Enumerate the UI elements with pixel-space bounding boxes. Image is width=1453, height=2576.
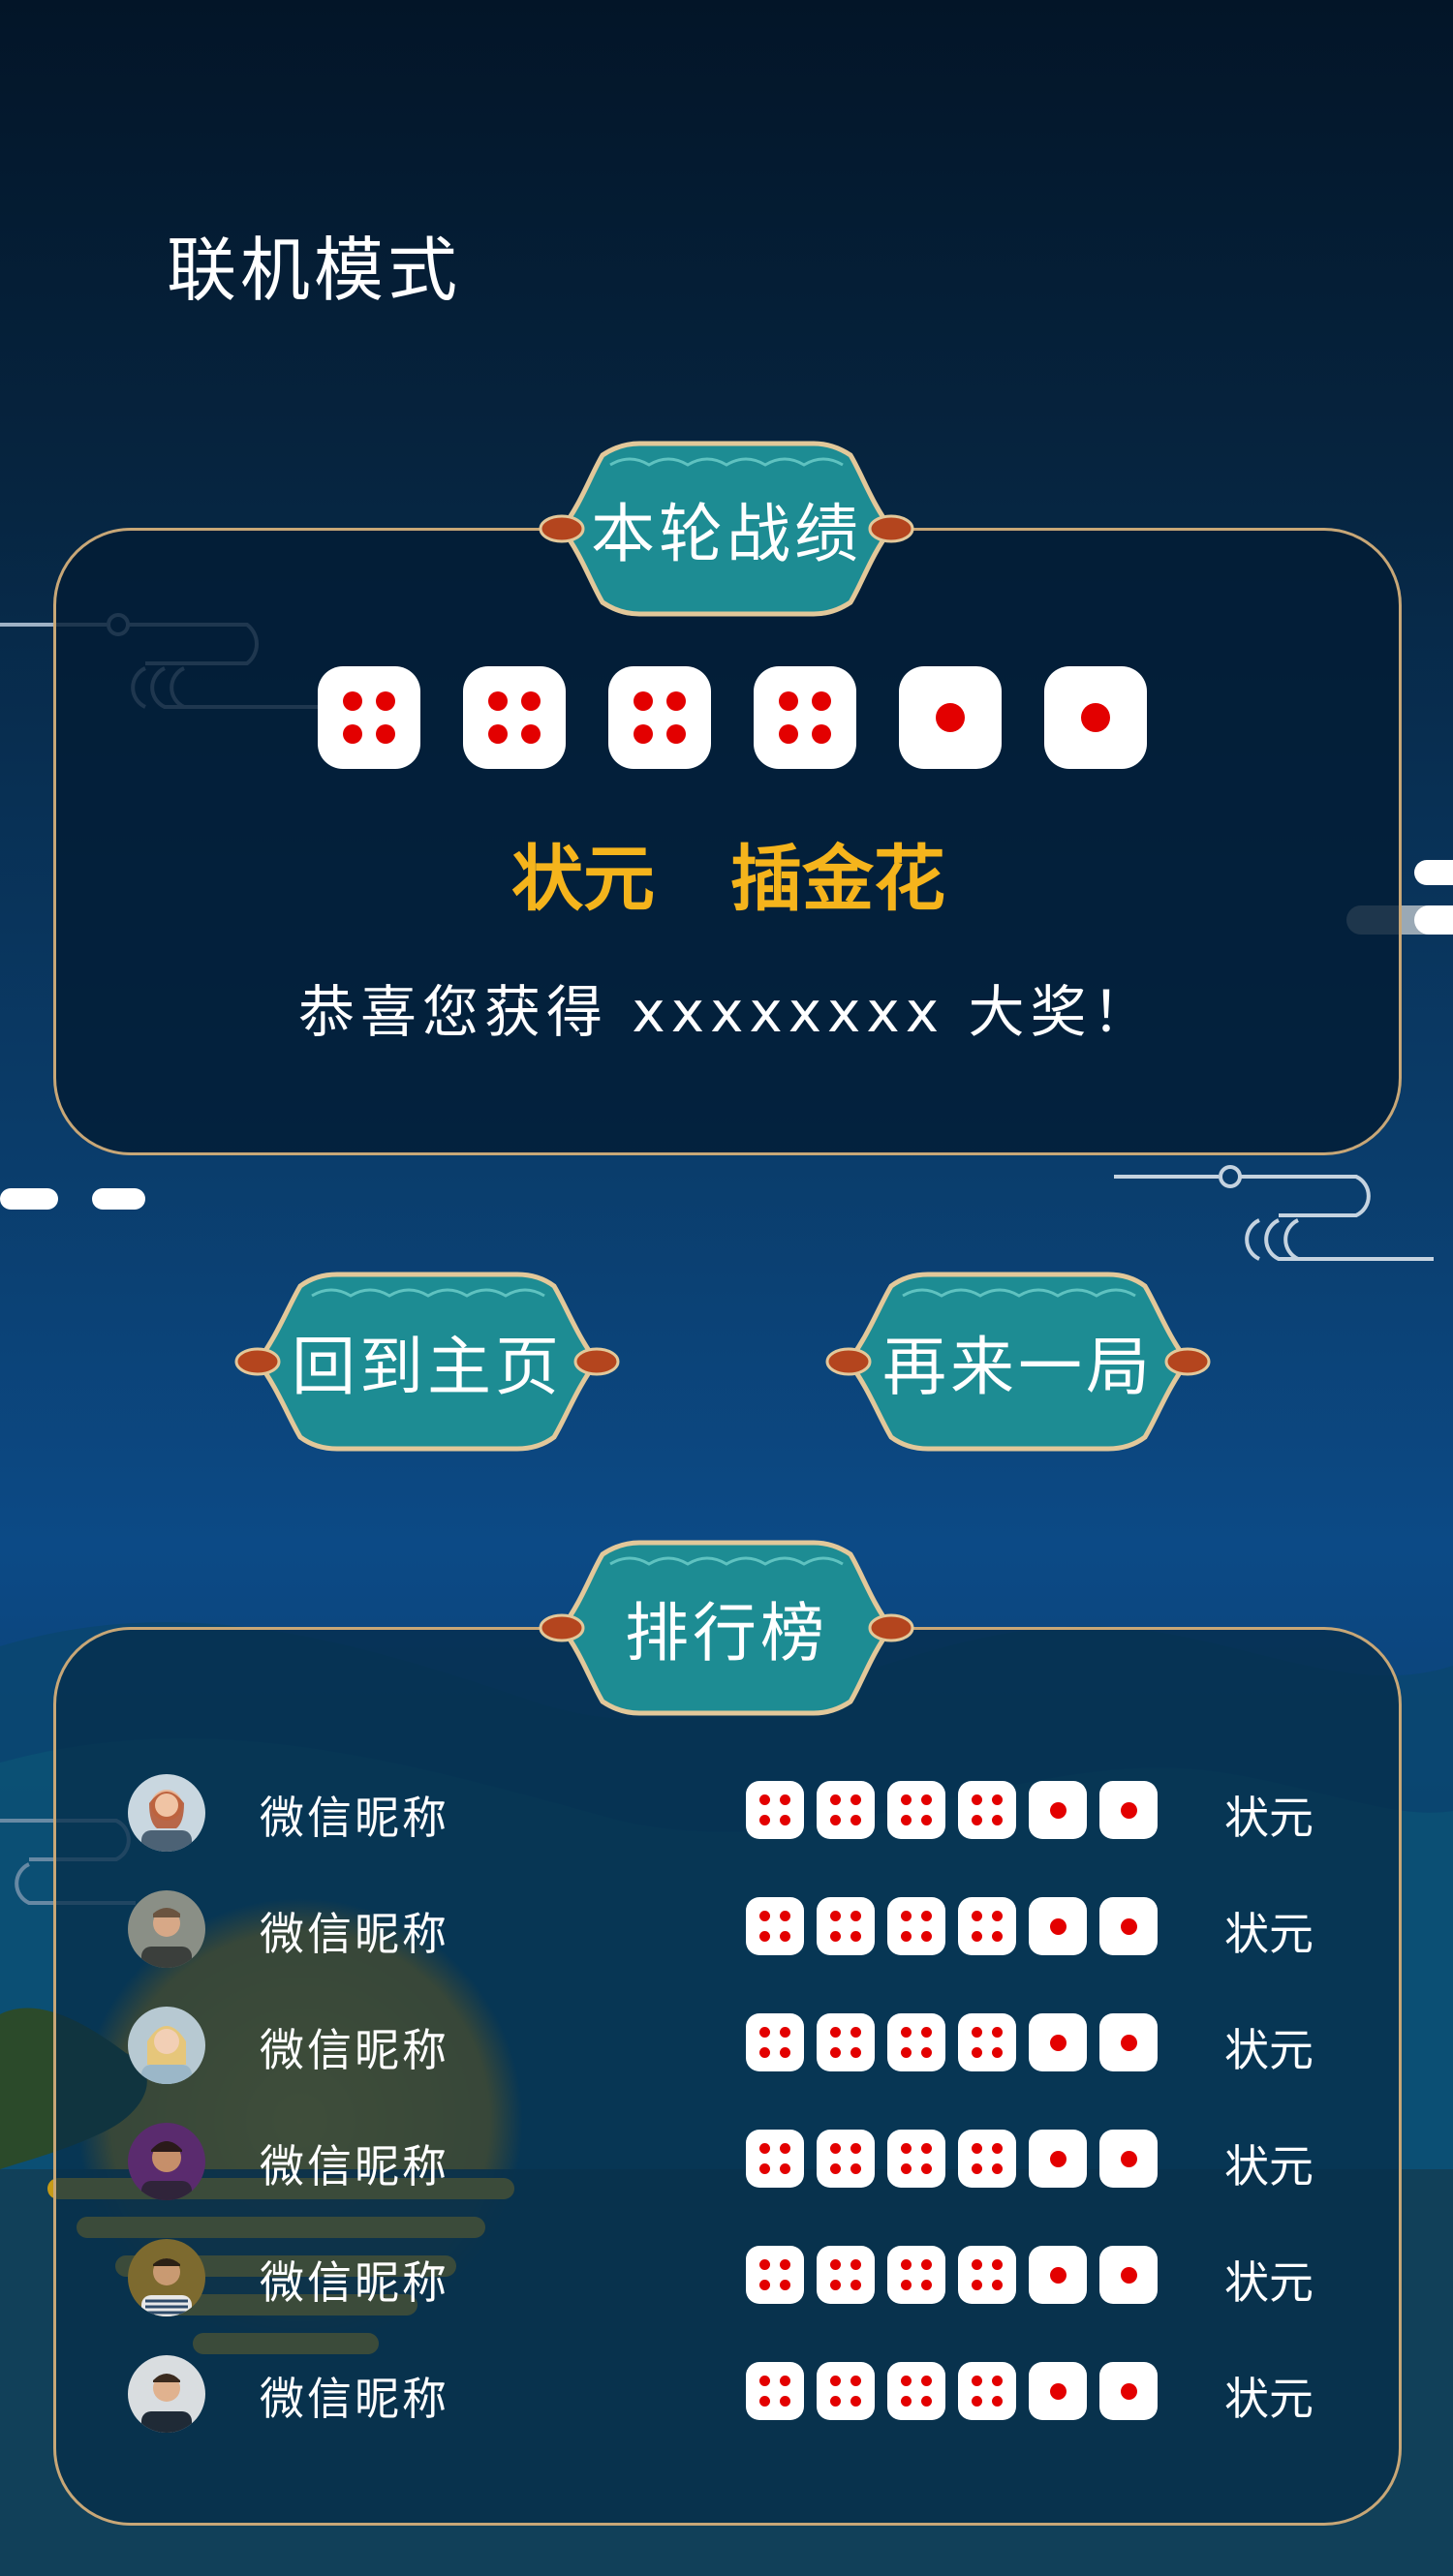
die-four-icon <box>817 1897 875 1955</box>
die-four-icon <box>608 666 711 769</box>
page-title: 联机模式 <box>167 230 462 311</box>
die-four-icon <box>887 1897 945 1955</box>
die-four-icon <box>746 2130 804 2188</box>
result-titles: 状元 插金花 <box>511 821 945 925</box>
die-one-icon <box>1029 1781 1087 1839</box>
rank-title: 状元 <box>1224 2373 1314 2425</box>
leaderboard-row[interactable]: 微信昵称 状元 <box>128 2234 1339 2321</box>
leaderboard-row[interactable]: 微信昵称 状元 <box>128 1886 1339 1973</box>
leaderboard-row[interactable]: 微信昵称 状元 <box>128 2118 1339 2205</box>
die-four-icon <box>887 1781 945 1839</box>
avatar <box>128 1774 205 1852</box>
die-one-icon <box>1099 2130 1158 2188</box>
die-four-icon <box>817 2013 875 2071</box>
result-title-primary: 状元 <box>511 838 655 921</box>
die-one-icon <box>1029 2246 1087 2304</box>
die-one-icon <box>1029 2013 1087 2071</box>
die-four-icon <box>817 2246 875 2304</box>
avatar <box>128 2239 205 2316</box>
nickname: 微信昵称 <box>260 2373 449 2425</box>
player-dice <box>746 1897 1158 1955</box>
home-button[interactable]: 回到主页 <box>219 1267 635 1457</box>
nickname: 微信昵称 <box>260 2256 449 2309</box>
round-result-badge: 本轮战绩 <box>523 436 930 622</box>
die-one-icon <box>899 666 1002 769</box>
leaderboard-row[interactable]: 微信昵称 状元 <box>128 1769 1339 1856</box>
die-one-icon <box>1099 2362 1158 2420</box>
result-dice <box>318 666 1147 769</box>
die-four-icon <box>958 1781 1016 1839</box>
die-one-icon <box>1099 2013 1158 2071</box>
die-one-icon <box>1029 2362 1087 2420</box>
rank-title: 状元 <box>1224 2140 1314 2193</box>
die-four-icon <box>746 2246 804 2304</box>
play-again-button[interactable]: 再来一局 <box>810 1267 1226 1457</box>
die-four-icon <box>746 1897 804 1955</box>
die-four-icon <box>746 2013 804 2071</box>
avatar <box>128 2355 205 2433</box>
nickname: 微信昵称 <box>260 2024 449 2076</box>
player-dice <box>746 1781 1158 1839</box>
player-dice <box>746 2362 1158 2420</box>
avatar <box>128 1890 205 1968</box>
game-screen: 联机模式 本轮战绩 状元 插金花 恭喜您获得 xxxxxxxx 大奖！ 回到主页 <box>0 0 1453 2576</box>
die-one-icon <box>1029 1897 1087 1955</box>
player-dice <box>746 2013 1158 2071</box>
die-one-icon <box>1029 2130 1087 2188</box>
player-dice <box>746 2130 1158 2188</box>
home-button-label: 回到主页 <box>292 1330 563 1404</box>
die-four-icon <box>746 2362 804 2420</box>
leaderboard-row[interactable]: 微信昵称 状元 <box>128 2002 1339 2089</box>
die-one-icon <box>1044 666 1147 769</box>
die-four-icon <box>887 2362 945 2420</box>
die-four-icon <box>817 1781 875 1839</box>
die-four-icon <box>887 2130 945 2188</box>
rank-title: 状元 <box>1224 1792 1314 1844</box>
leaderboard-title: 排行榜 <box>625 1596 828 1671</box>
die-one-icon <box>1099 1897 1158 1955</box>
die-four-icon <box>887 2013 945 2071</box>
die-four-icon <box>463 666 566 769</box>
leaderboard-row[interactable]: 微信昵称 状元 <box>128 2350 1339 2438</box>
die-one-icon <box>1099 2246 1158 2304</box>
die-four-icon <box>887 2246 945 2304</box>
die-one-icon <box>1099 1781 1158 1839</box>
die-four-icon <box>958 1897 1016 1955</box>
leaderboard-badge: 排行榜 <box>523 1535 930 1721</box>
die-four-icon <box>817 2130 875 2188</box>
rank-title: 状元 <box>1224 1908 1314 1960</box>
die-four-icon <box>746 1781 804 1839</box>
avatar <box>128 2007 205 2084</box>
die-four-icon <box>318 666 420 769</box>
congrats-message: 恭喜您获得 xxxxxxxx 大奖！ <box>298 979 1155 1045</box>
avatar <box>128 2123 205 2200</box>
die-four-icon <box>817 2362 875 2420</box>
round-result-title: 本轮战绩 <box>591 497 862 571</box>
result-title-secondary: 插金花 <box>730 838 945 921</box>
nickname: 微信昵称 <box>260 1908 449 1960</box>
play-again-button-label: 再来一局 <box>882 1330 1154 1404</box>
nickname: 微信昵称 <box>260 2140 449 2193</box>
rank-title: 状元 <box>1224 2024 1314 2076</box>
nickname: 微信昵称 <box>260 1792 449 1844</box>
die-four-icon <box>958 2246 1016 2304</box>
die-four-icon <box>754 666 856 769</box>
die-four-icon <box>958 2130 1016 2188</box>
die-four-icon <box>958 2362 1016 2420</box>
player-dice <box>746 2246 1158 2304</box>
rank-title: 状元 <box>1224 2256 1314 2309</box>
die-four-icon <box>958 2013 1016 2071</box>
